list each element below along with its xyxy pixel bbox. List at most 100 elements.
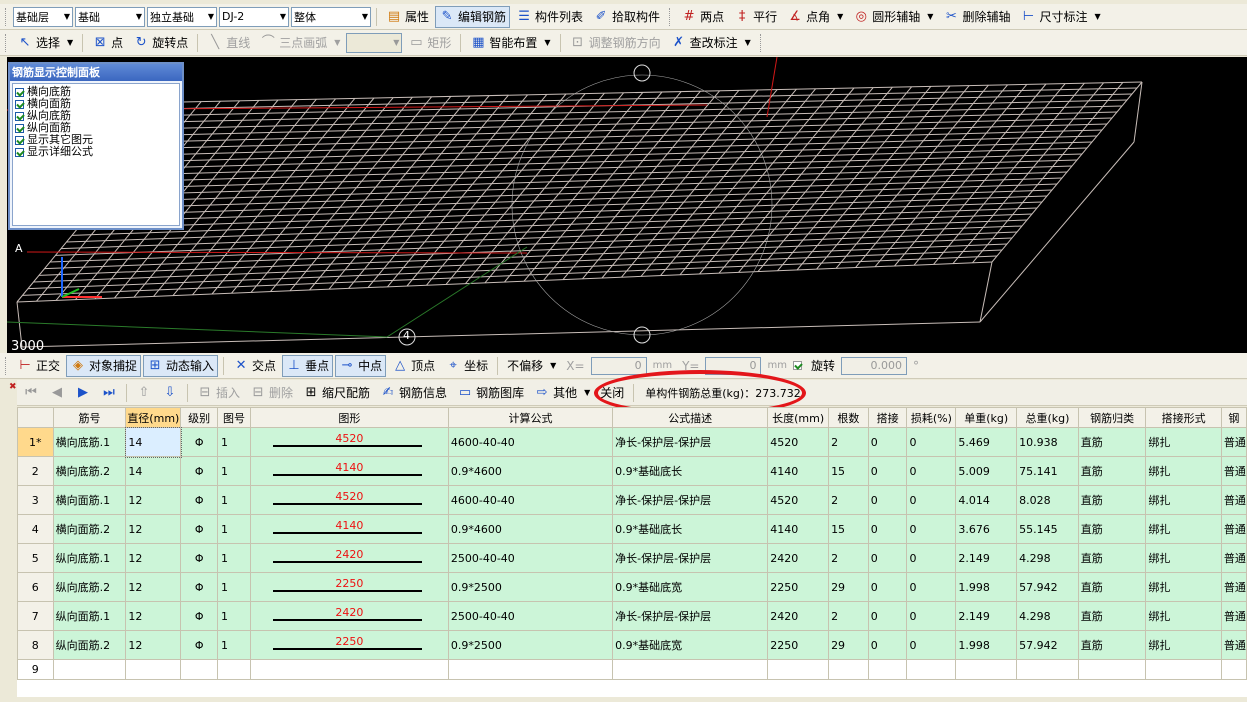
midpoint-button[interactable]: ⊸ 中点 — [335, 354, 387, 377]
cell-shape[interactable]: 4520 — [249, 485, 449, 515]
cell-shape[interactable]: 4140 — [249, 514, 449, 544]
perpendicular-button[interactable]: ⊥ 垂点 — [282, 354, 334, 377]
cell-len[interactable]: 2250 — [767, 572, 830, 602]
delete-aux-button[interactable]: ✂ 删除辅轴 — [939, 6, 1014, 28]
cell-len[interactable]: 2420 — [767, 543, 830, 573]
checkbox[interactable] — [15, 147, 24, 157]
cell-desc[interactable]: 0.9*基础底长 — [612, 514, 769, 544]
checkbox[interactable] — [15, 123, 24, 133]
col-header[interactable]: 图形 — [249, 407, 449, 428]
empty-cell[interactable] — [1145, 659, 1222, 680]
other-button[interactable]: ⇨ 其他 ▼ — [530, 382, 594, 404]
cell-count[interactable]: 2 — [828, 485, 869, 515]
col-header[interactable]: 搭接形式 — [1145, 407, 1222, 428]
empty-cell[interactable] — [1016, 659, 1079, 680]
cell-grade[interactable]: Φ — [180, 514, 219, 544]
cell-desc[interactable]: 0.9*基础底宽 — [612, 630, 769, 660]
cell-name[interactable]: 纵向面筋.1 — [52, 601, 127, 631]
dimension-button[interactable]: ⊢ 尺寸标注 ▼ — [1016, 6, 1104, 28]
col-header[interactable]: 损耗(%) — [906, 407, 957, 428]
three-point-arc-button[interactable]: ⌒ 三点画弧 ▼ — [256, 32, 344, 54]
move-down-button[interactable]: ⇩ — [158, 382, 182, 404]
table-row[interactable]: 8 纵向面筋.2 12 Φ 1 2250 0.9*2500 0.9*基础底宽 2250 29 0 0 1… — [17, 630, 1247, 660]
row-number[interactable]: 8 — [17, 630, 54, 660]
col-header[interactable]: 总重(kg) — [1016, 407, 1079, 428]
empty-cell[interactable] — [612, 659, 769, 680]
first-record-button[interactable]: ⏮ — [19, 382, 43, 404]
cell-dia[interactable]: 12 — [125, 601, 182, 631]
cell-total_w[interactable]: 75.141 — [1016, 456, 1079, 486]
cell-len[interactable]: 4520 — [767, 485, 830, 515]
row-number[interactable]: 2 — [17, 456, 54, 486]
cell-formula[interactable]: 2500-40-40 — [447, 601, 614, 631]
toolbar-grip[interactable] — [5, 356, 8, 375]
cell-unit_w[interactable]: 1.998 — [955, 630, 1018, 660]
next-record-button[interactable]: ▶ — [71, 382, 95, 404]
empty-cell[interactable] — [125, 659, 182, 680]
cell-desc[interactable]: 净长-保护层-保护层 — [612, 485, 769, 515]
col-header[interactable]: 单重(kg) — [955, 407, 1018, 428]
cell-lap_type[interactable]: 绑扎 — [1145, 427, 1222, 457]
cell-loss[interactable]: 0 — [906, 456, 957, 486]
intersection-button[interactable]: ✕ 交点 — [229, 355, 280, 377]
cell-lap_type[interactable]: 绑扎 — [1145, 572, 1222, 602]
cell-fig[interactable]: 1 — [217, 601, 251, 631]
cell-grade[interactable]: Φ — [180, 456, 219, 486]
cell-count[interactable]: 15 — [828, 456, 869, 486]
cell-fig[interactable]: 1 — [217, 572, 251, 602]
table-row[interactable]: 6 纵向底筋.2 12 Φ 1 2250 0.9*2500 0.9*基础底宽 2250 29 0 0 1… — [17, 572, 1247, 602]
cell-cls[interactable]: 直筋 — [1077, 543, 1147, 573]
rebar-library-button[interactable]: ▭ 钢筋图库 — [453, 382, 528, 404]
cell-len[interactable]: 4140 — [767, 456, 830, 486]
row-number[interactable]: 3 — [17, 485, 54, 515]
cell-total_w[interactable]: 4.298 — [1016, 543, 1079, 573]
empty-cell[interactable] — [1077, 659, 1147, 680]
cell-last[interactable]: 普通 — [1220, 485, 1247, 515]
cell-lap[interactable]: 0 — [867, 485, 908, 515]
cell-desc[interactable]: 净长-保护层-保护层 — [612, 427, 769, 457]
cell-total_w[interactable]: 55.145 — [1016, 514, 1079, 544]
cell-lap[interactable]: 0 — [867, 514, 908, 544]
cell-len[interactable]: 4520 — [767, 427, 830, 457]
cell-fig[interactable]: 1 — [217, 543, 251, 573]
cell-dia[interactable]: 14 — [125, 456, 182, 486]
line-button[interactable]: ╲ 直线 — [203, 32, 254, 54]
cell-shape[interactable]: 2420 — [249, 543, 449, 573]
col-header[interactable]: 计算公式 — [447, 407, 614, 428]
checkbox[interactable] — [15, 135, 24, 145]
cell-count[interactable]: 2 — [828, 601, 869, 631]
cell-dia[interactable]: 12 — [125, 543, 182, 573]
row-number[interactable]: 6 — [17, 572, 54, 602]
cell-lap[interactable]: 0 — [867, 630, 908, 660]
adjust-direction-button[interactable]: ⊡ 调整钢筋方向 — [566, 32, 665, 54]
select-button[interactable]: ↖ 选择 ▼ — [13, 32, 77, 54]
cell-lap[interactable]: 0 — [867, 427, 908, 457]
rotate-input[interactable]: 0.000 — [840, 356, 907, 375]
cell-loss[interactable]: 0 — [906, 427, 957, 457]
cell-dia[interactable]: 14 — [124, 426, 182, 458]
point-button[interactable]: ⊠ 点 — [88, 32, 127, 54]
cell-lap_type[interactable]: 绑扎 — [1145, 485, 1222, 515]
cell-lap[interactable]: 0 — [867, 456, 908, 486]
cell-desc[interactable]: 净长-保护层-保护层 — [612, 601, 769, 631]
rotate-point-button[interactable]: ↻ 旋转点 — [129, 32, 192, 54]
cell-grade[interactable]: Φ — [180, 543, 219, 573]
cell-shape[interactable]: 2420 — [249, 601, 449, 631]
col-header[interactable]: 钢 — [1220, 407, 1247, 428]
cell-cls[interactable]: 直筋 — [1077, 427, 1147, 457]
dynamic-input-button[interactable]: ⊞ 动态输入 — [143, 354, 219, 377]
cell-fig[interactable]: 1 — [217, 485, 251, 515]
cell-shape[interactable]: 2250 — [249, 572, 449, 602]
cell-unit_w[interactable]: 3.676 — [955, 514, 1018, 544]
cell-grade[interactable]: Φ — [180, 572, 219, 602]
empty-cell[interactable] — [767, 659, 830, 680]
cell-name[interactable]: 纵向底筋.2 — [52, 572, 127, 602]
cell-lap_type[interactable]: 绑扎 — [1145, 601, 1222, 631]
cell-fig[interactable]: 1 — [217, 456, 251, 486]
close-icon[interactable]: ✖ — [9, 383, 17, 392]
cell-last[interactable]: 普通 — [1220, 543, 1247, 573]
cell-dia[interactable]: 12 — [125, 485, 182, 515]
cell-grade[interactable]: Φ — [180, 630, 219, 660]
cell-lap[interactable]: 0 — [867, 543, 908, 573]
cell-grade[interactable]: Φ — [180, 427, 219, 457]
